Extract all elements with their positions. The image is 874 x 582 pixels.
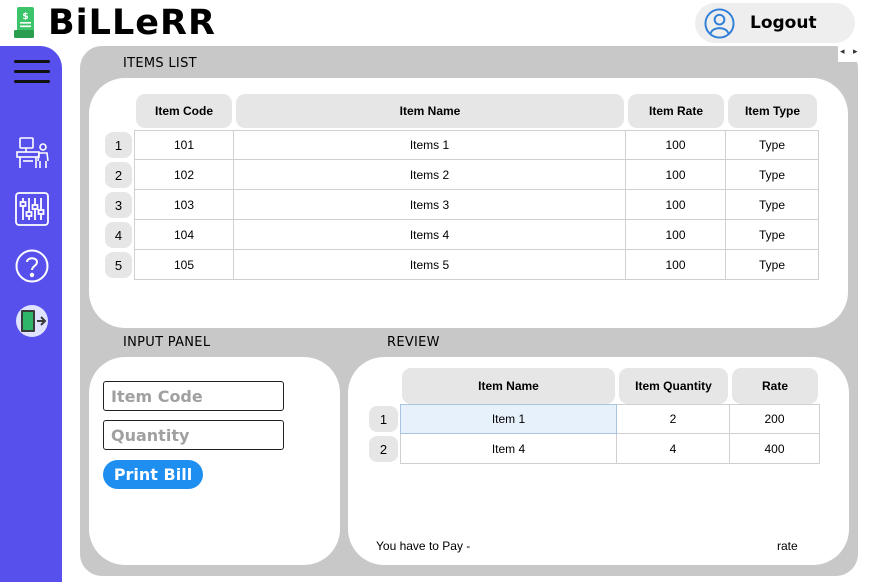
review-table-header[interactable]: Rate: [732, 368, 818, 404]
review-table-cell[interactable]: Item 1: [400, 404, 617, 434]
items-table-cell[interactable]: 102: [134, 160, 234, 190]
scroll-left-arrow-icon[interactable]: ◂: [840, 47, 845, 57]
items-table-cell[interactable]: 103: [134, 190, 234, 220]
quantity-input[interactable]: [103, 420, 284, 450]
sidebar-item-settings[interactable]: [14, 191, 50, 227]
svg-text:$: $: [22, 12, 28, 22]
sidebar-item-exit[interactable]: [14, 303, 50, 339]
sidebar: [0, 46, 62, 582]
app-title: BiLLeRR: [48, 3, 216, 43]
sidebar-item-help[interactable]: [14, 248, 50, 284]
input-panel-title: INPUT PANEL: [123, 335, 211, 350]
items-table-row-number: 4: [105, 222, 132, 248]
items-table-header[interactable]: Item Name: [236, 94, 624, 128]
items-table-cell[interactable]: 100: [626, 160, 726, 190]
review-table-cell[interactable]: 200: [730, 404, 820, 434]
items-table-cell[interactable]: 105: [134, 250, 234, 280]
exit-door-icon: [16, 305, 48, 337]
sliders-icon: [15, 192, 49, 226]
items-table-cell[interactable]: Items 1: [234, 130, 626, 160]
receipt-dollar-icon: $: [14, 7, 34, 38]
menu-icon: [14, 60, 50, 83]
help-icon: [15, 249, 49, 283]
items-table-cell[interactable]: 100: [626, 190, 726, 220]
print-bill-button[interactable]: Print Bill: [103, 460, 203, 489]
review-table-cell[interactable]: 2: [617, 404, 730, 434]
items-table-cell[interactable]: Items 3: [234, 190, 626, 220]
logout-button[interactable]: Logout: [695, 3, 855, 43]
tab-scroll-arrows: ◂ ▸: [838, 47, 864, 61]
items-table-cell[interactable]: Items 2: [234, 160, 626, 190]
pay-value: rate: [777, 539, 798, 553]
items-table-cell[interactable]: 100: [626, 250, 726, 280]
items-table-row-number: 1: [105, 132, 132, 158]
review-table-header[interactable]: Item Quantity: [619, 368, 728, 404]
user-circle-icon: [704, 8, 735, 39]
items-table-header[interactable]: Item Type: [728, 94, 817, 128]
review-table-row-number: 2: [369, 436, 398, 462]
logout-label: Logout: [750, 13, 817, 33]
items-table-cell[interactable]: Type: [726, 160, 819, 190]
pay-label: You have to Pay -: [376, 539, 471, 553]
items-table-cell[interactable]: Items 5: [234, 250, 626, 280]
items-table-header[interactable]: Item Rate: [628, 94, 724, 128]
menu-button[interactable]: [14, 54, 50, 90]
items-table-cell[interactable]: 100: [626, 220, 726, 250]
items-table-row-number: 2: [105, 162, 132, 188]
items-table-cell[interactable]: Items 4: [234, 220, 626, 250]
review-table-cell[interactable]: 400: [730, 434, 820, 464]
items-table-cell[interactable]: 100: [626, 130, 726, 160]
scroll-right-arrow-icon[interactable]: ▸: [853, 47, 858, 57]
items-list-title: ITEMS LIST: [123, 56, 197, 71]
items-table-row-number: 3: [105, 192, 132, 218]
items-table-cell[interactable]: Type: [726, 130, 819, 160]
items-table-cell[interactable]: 101: [134, 130, 234, 160]
items-table-cell[interactable]: Type: [726, 220, 819, 250]
items-table-row-number: 5: [105, 252, 132, 278]
sidebar-item-billing[interactable]: [14, 135, 50, 171]
items-table-cell[interactable]: 104: [134, 220, 234, 250]
cashier-desk-icon: [16, 137, 49, 168]
review-table-header[interactable]: Item Name: [402, 368, 615, 404]
review-table-cell[interactable]: 4: [617, 434, 730, 464]
review-table-row-number: 1: [369, 406, 398, 432]
review-title: REVIEW: [387, 335, 440, 350]
items-table-header[interactable]: Item Code: [136, 94, 232, 128]
review-table-cell[interactable]: Item 4: [400, 434, 617, 464]
item-code-input[interactable]: [103, 381, 284, 411]
items-table-cell[interactable]: Type: [726, 190, 819, 220]
items-table-cell[interactable]: Type: [726, 250, 819, 280]
